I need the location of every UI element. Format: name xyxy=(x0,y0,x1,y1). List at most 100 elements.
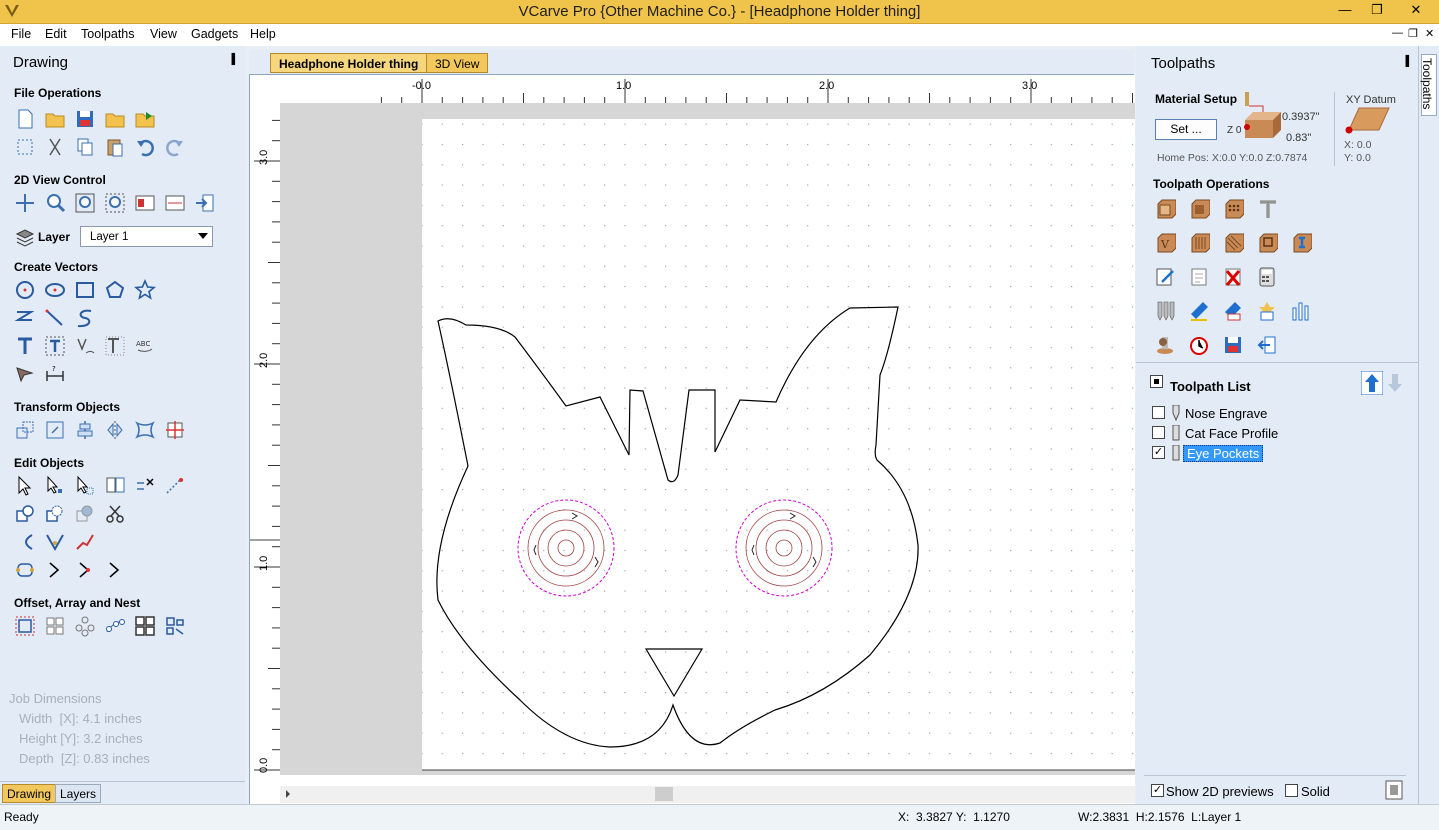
preview-toolpath-icon[interactable] xyxy=(1188,300,1210,322)
recalculate-toolpath-icon[interactable] xyxy=(1188,266,1210,288)
copy-along-vector-icon[interactable] xyxy=(104,615,126,637)
circular-copy-icon[interactable] xyxy=(74,615,96,637)
nest-parts-icon[interactable] xyxy=(134,615,156,637)
weld-icon[interactable] xyxy=(14,503,36,525)
menu-file[interactable]: File xyxy=(11,27,31,41)
ellipse-icon[interactable] xyxy=(44,279,66,301)
xy-datum-icon[interactable] xyxy=(1341,106,1391,136)
zoom-icon[interactable] xyxy=(44,192,66,214)
mdi-close-button[interactable]: ✕ xyxy=(1425,27,1434,40)
toolpath-list-collapse-icon[interactable] xyxy=(1150,375,1163,388)
save-toolpath-icon[interactable] xyxy=(1222,334,1244,356)
draw-bird-icon[interactable] xyxy=(14,363,36,385)
mdi-minimize-button[interactable]: — xyxy=(1392,27,1403,39)
circle-icon[interactable] xyxy=(14,279,36,301)
interactive-select-icon[interactable] xyxy=(104,475,126,497)
open-recent-icon[interactable] xyxy=(104,108,126,130)
close-button[interactable]: ✕ xyxy=(1394,0,1438,22)
mirror-icon[interactable] xyxy=(104,419,126,441)
transform-select-icon[interactable] xyxy=(74,475,96,497)
copy-icon[interactable] xyxy=(74,136,96,158)
star-icon[interactable] xyxy=(134,279,156,301)
menu-help[interactable]: Help xyxy=(250,27,276,41)
view-options-icon[interactable] xyxy=(134,192,156,214)
zoom-extents-icon[interactable] xyxy=(74,192,96,214)
switch-view-icon[interactable] xyxy=(194,192,216,214)
quick-engrave-icon[interactable] xyxy=(1256,198,1278,220)
set-size-icon[interactable] xyxy=(164,419,186,441)
pin-icon[interactable]: ▐ xyxy=(1402,56,1409,67)
smooth-icon[interactable] xyxy=(14,559,36,581)
close-toolpath-panel-icon[interactable] xyxy=(1256,334,1278,356)
subtract-icon[interactable] xyxy=(44,503,66,525)
break-vector-icon[interactable] xyxy=(104,559,126,581)
restore-button[interactable]: ❐ xyxy=(1362,0,1392,22)
tab-3d-view[interactable]: 3D View xyxy=(426,53,489,73)
toolpath-order-icon[interactable] xyxy=(1290,300,1312,322)
move-up-icon[interactable] xyxy=(1361,371,1383,395)
preview-settings-icon[interactable] xyxy=(1385,780,1403,800)
toolpath-checkbox[interactable] xyxy=(1152,406,1165,419)
move-down-icon[interactable] xyxy=(1384,371,1406,395)
toolpath-template-icon[interactable] xyxy=(1222,300,1244,322)
merge-toolpaths-icon[interactable] xyxy=(1256,300,1278,322)
prism-toolpath-icon[interactable] xyxy=(1256,232,1278,254)
material-set-button[interactable]: Set ... xyxy=(1155,119,1217,140)
save-icon[interactable] xyxy=(74,108,96,130)
align-icon[interactable] xyxy=(74,419,96,441)
polyline-icon[interactable] xyxy=(14,307,36,329)
undo-icon[interactable] xyxy=(134,136,156,158)
solid-checkbox[interactable] xyxy=(1285,784,1298,797)
calculator-icon[interactable] xyxy=(1256,266,1278,288)
text-icon[interactable] xyxy=(14,335,36,357)
profile-toolpath-icon[interactable] xyxy=(1154,198,1176,220)
join-vector-icon[interactable] xyxy=(74,559,96,581)
rectangle-icon[interactable] xyxy=(74,279,96,301)
inlay-toolpath-icon[interactable] xyxy=(1290,232,1312,254)
menu-edit[interactable]: Edit xyxy=(45,27,67,41)
import-icon[interactable] xyxy=(134,108,156,130)
toolpaths-side-tab[interactable]: Toolpaths xyxy=(1418,46,1439,804)
snap-options-icon[interactable] xyxy=(164,192,186,214)
curve-fit-icon[interactable] xyxy=(74,531,96,553)
close-vector-icon[interactable] xyxy=(44,559,66,581)
block-copy-icon[interactable] xyxy=(44,615,66,637)
tab-headphone-holder[interactable]: Headphone Holder thing xyxy=(270,53,428,73)
pocket-toolpath-icon[interactable] xyxy=(1188,198,1210,220)
dimension-icon[interactable]: ? xyxy=(44,363,66,385)
distort-icon[interactable] xyxy=(134,419,156,441)
machining-time-icon[interactable] xyxy=(1188,334,1210,356)
redo-icon[interactable] xyxy=(164,136,186,158)
nest-options-icon[interactable] xyxy=(164,615,186,637)
polygon-icon[interactable] xyxy=(104,279,126,301)
spell-check-icon[interactable]: ABC xyxy=(134,335,156,357)
move-icon[interactable] xyxy=(14,419,36,441)
chamfer-icon[interactable] xyxy=(44,531,66,553)
minimize-button[interactable]: — xyxy=(1330,0,1360,22)
toolpath-checkbox[interactable] xyxy=(1152,426,1165,439)
scale-icon[interactable] xyxy=(44,419,66,441)
show-2d-previews-checkbox[interactable]: ✓ xyxy=(1151,784,1164,797)
node-edit-icon[interactable] xyxy=(44,475,66,497)
text-arc-icon[interactable] xyxy=(104,335,126,357)
curve-icon[interactable] xyxy=(74,307,96,329)
pin-icon[interactable]: ▐ xyxy=(228,54,235,65)
preview-all-toolpaths-icon[interactable] xyxy=(1154,300,1176,322)
tab-drawing[interactable]: Drawing xyxy=(2,784,57,803)
menu-gadgets[interactable]: Gadgets xyxy=(191,27,238,41)
scissors-icon[interactable] xyxy=(104,503,126,525)
zoom-selection-icon[interactable] xyxy=(104,192,126,214)
cut-icon[interactable] xyxy=(44,136,66,158)
drilling-toolpath-icon[interactable] xyxy=(1222,198,1244,220)
texture-toolpath-icon[interactable] xyxy=(1222,232,1244,254)
select-arrow-icon[interactable] xyxy=(14,475,36,497)
toolpath-checkbox-checked[interactable]: ✓ xyxy=(1152,446,1165,459)
menu-toolpaths[interactable]: Toolpaths xyxy=(81,27,135,41)
drawing-view[interactable]: -0.0 1.0 2.0 3.0 3.0 2.0 1.0 0.0 xyxy=(249,74,1135,805)
line-icon[interactable] xyxy=(44,307,66,329)
layer-select[interactable]: Layer 1 xyxy=(80,226,213,247)
menu-view[interactable]: View xyxy=(150,27,177,41)
fillet-icon[interactable] xyxy=(14,531,36,553)
offset-icon[interactable] xyxy=(14,615,36,637)
job-size-icon[interactable] xyxy=(14,136,36,158)
